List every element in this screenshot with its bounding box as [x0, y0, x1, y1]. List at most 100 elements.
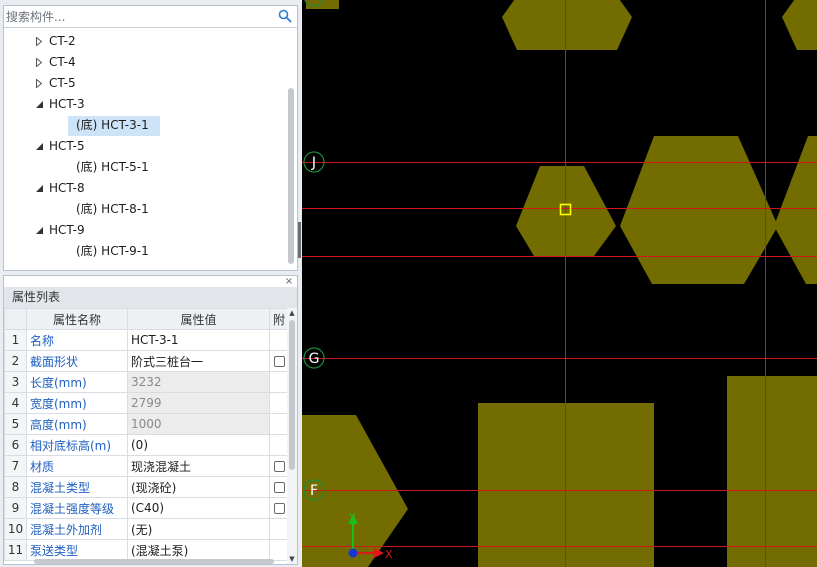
property-row[interactable]: 10 混凝土外加剂 (无)	[4, 518, 289, 540]
tree-leaf-item[interactable]: (底) HCT-3-1	[4, 115, 286, 136]
attach-checkbox[interactable]	[273, 461, 285, 472]
property-row[interactable]: 8 混凝土类型 (现浇砼)	[4, 476, 289, 498]
property-name: 名称	[26, 329, 128, 351]
property-name: 宽度(mm)	[26, 392, 128, 414]
tree-group-item[interactable]: HCT-8	[4, 178, 286, 199]
pile-cap-shape[interactable]	[774, 136, 817, 284]
property-value[interactable]: 阶式三桩台一	[127, 350, 270, 372]
panel-splitter[interactable]	[298, 222, 301, 258]
tree-group-item[interactable]: CT-5	[4, 73, 286, 94]
property-panel-title: 属性列表	[4, 287, 297, 308]
collapsed-arrow-icon[interactable]	[33, 52, 45, 73]
property-value[interactable]: (无)	[127, 518, 270, 540]
row-number: 11	[4, 539, 27, 561]
attach-checkbox[interactable]	[273, 482, 285, 493]
left-panel: CT-2 CT-4 CT-5 HCT-3 (底) HCT-3-1 HCT-5 (底) HCT…	[0, 0, 301, 567]
row-number: 6	[4, 434, 27, 456]
tree-group-item[interactable]: CT-4	[4, 52, 286, 73]
attach-cell	[269, 518, 289, 540]
pile-cap-shape[interactable]	[620, 136, 778, 284]
search-icon[interactable]	[278, 9, 292, 23]
tree-leaf-item[interactable]: (底) HCT-5-1	[4, 157, 286, 178]
property-name: 混凝土外加剂	[26, 518, 128, 540]
attach-cell	[269, 497, 289, 519]
attach-cell	[269, 329, 289, 351]
tree-item-label: CT-2	[49, 34, 76, 48]
attach-cell	[269, 476, 289, 498]
tree-scrollbar[interactable]	[288, 88, 294, 264]
attach-cell	[269, 371, 289, 393]
attach-cell	[269, 455, 289, 477]
property-value[interactable]: (0)	[127, 434, 270, 456]
tree-item-label: HCT-9	[49, 223, 85, 237]
property-horizontal-scrollbar[interactable]	[34, 559, 274, 564]
tree-item-label: HCT-3	[49, 97, 85, 111]
attach-cell	[269, 539, 289, 561]
row-number: 2	[4, 350, 27, 372]
header-property-value: 属性值	[127, 308, 270, 330]
property-value: 3232	[127, 371, 270, 393]
property-row[interactable]: 7 材质 现浇混凝土	[4, 455, 289, 477]
row-number: 10	[4, 518, 27, 540]
expanded-arrow-icon[interactable]	[33, 94, 45, 115]
expanded-arrow-icon[interactable]	[33, 136, 45, 157]
property-row[interactable]: 2 截面形状 阶式三桩台一	[4, 350, 289, 372]
property-vertical-scrollbar[interactable]: ▲ ▼	[287, 308, 297, 564]
attach-cell	[269, 392, 289, 414]
tree-group-item[interactable]: HCT-5	[4, 136, 286, 157]
close-icon[interactable]: ×	[284, 277, 294, 287]
collapsed-arrow-icon[interactable]	[33, 73, 45, 94]
axis-label-g: G	[309, 351, 320, 367]
property-value[interactable]: 现浇混凝土	[127, 455, 270, 477]
property-row[interactable]: 11 泵送类型 (混凝土泵)	[4, 539, 289, 561]
property-value[interactable]: (混凝土泵)	[127, 539, 270, 561]
property-table-header: 属性名称 属性值 附	[4, 308, 289, 330]
drawing-canvas[interactable]: J G F Y X	[302, 0, 817, 567]
header-property-name: 属性名称	[26, 308, 128, 330]
pile-cap-shape[interactable]	[502, 0, 632, 50]
axis-label-f: F	[310, 483, 318, 499]
scroll-up-icon[interactable]: ▲	[288, 308, 296, 318]
collapsed-arrow-icon[interactable]	[33, 31, 45, 52]
tree-leaf-item[interactable]: (底) HCT-9-1	[4, 241, 286, 262]
tree-group-item[interactable]: CT-2	[4, 31, 286, 52]
tree-group-item[interactable]: HCT-3	[4, 94, 286, 115]
attach-cell	[269, 434, 289, 456]
tree-leaf-item[interactable]: (底) HCT-8-1	[4, 199, 286, 220]
property-name: 泵送类型	[26, 539, 128, 561]
tree-item-label: (底) HCT-9-1	[76, 244, 149, 258]
property-name: 材质	[26, 455, 128, 477]
tree-item-label: CT-4	[49, 55, 76, 69]
property-value[interactable]: (C40)	[127, 497, 270, 519]
search-input[interactable]	[6, 8, 276, 25]
ucs-x-label: X	[385, 548, 393, 561]
property-row[interactable]: 5 高度(mm) 1000	[4, 413, 289, 435]
property-name: 长度(mm)	[26, 371, 128, 393]
scroll-down-icon[interactable]: ▼	[288, 554, 296, 564]
property-row[interactable]: 3 长度(mm) 3232	[4, 371, 289, 393]
attach-checkbox[interactable]	[273, 356, 285, 367]
row-number: 3	[4, 371, 27, 393]
tree-item-label: CT-5	[49, 76, 76, 90]
property-row[interactable]: 1 名称 HCT-3-1	[4, 329, 289, 351]
header-num	[4, 308, 27, 330]
property-value: 1000	[127, 413, 270, 435]
property-row[interactable]: 9 混凝土强度等级 (C40)	[4, 497, 289, 519]
property-value[interactable]: HCT-3-1	[127, 329, 270, 351]
property-value[interactable]: (现浇砼)	[127, 476, 270, 498]
expanded-arrow-icon[interactable]	[33, 220, 45, 241]
tree-item-label: HCT-5	[49, 139, 85, 153]
attach-cell	[269, 413, 289, 435]
component-tree: CT-2 CT-4 CT-5 HCT-3 (底) HCT-3-1 HCT-5 (底) HCT…	[4, 28, 286, 268]
property-row[interactable]: 4 宽度(mm) 2799	[4, 392, 289, 414]
property-row[interactable]: 6 相对底标高(m) (0)	[4, 434, 289, 456]
property-name: 相对底标高(m)	[26, 434, 128, 456]
pile-cap-shape[interactable]	[727, 376, 817, 567]
row-number: 1	[4, 329, 27, 351]
tree-item-label: HCT-8	[49, 181, 85, 195]
attach-checkbox[interactable]	[273, 503, 285, 514]
expanded-arrow-icon[interactable]	[33, 178, 45, 199]
pile-cap-shape[interactable]	[782, 0, 817, 50]
tree-group-item[interactable]: HCT-9	[4, 220, 286, 241]
scroll-thumb[interactable]	[289, 320, 295, 470]
